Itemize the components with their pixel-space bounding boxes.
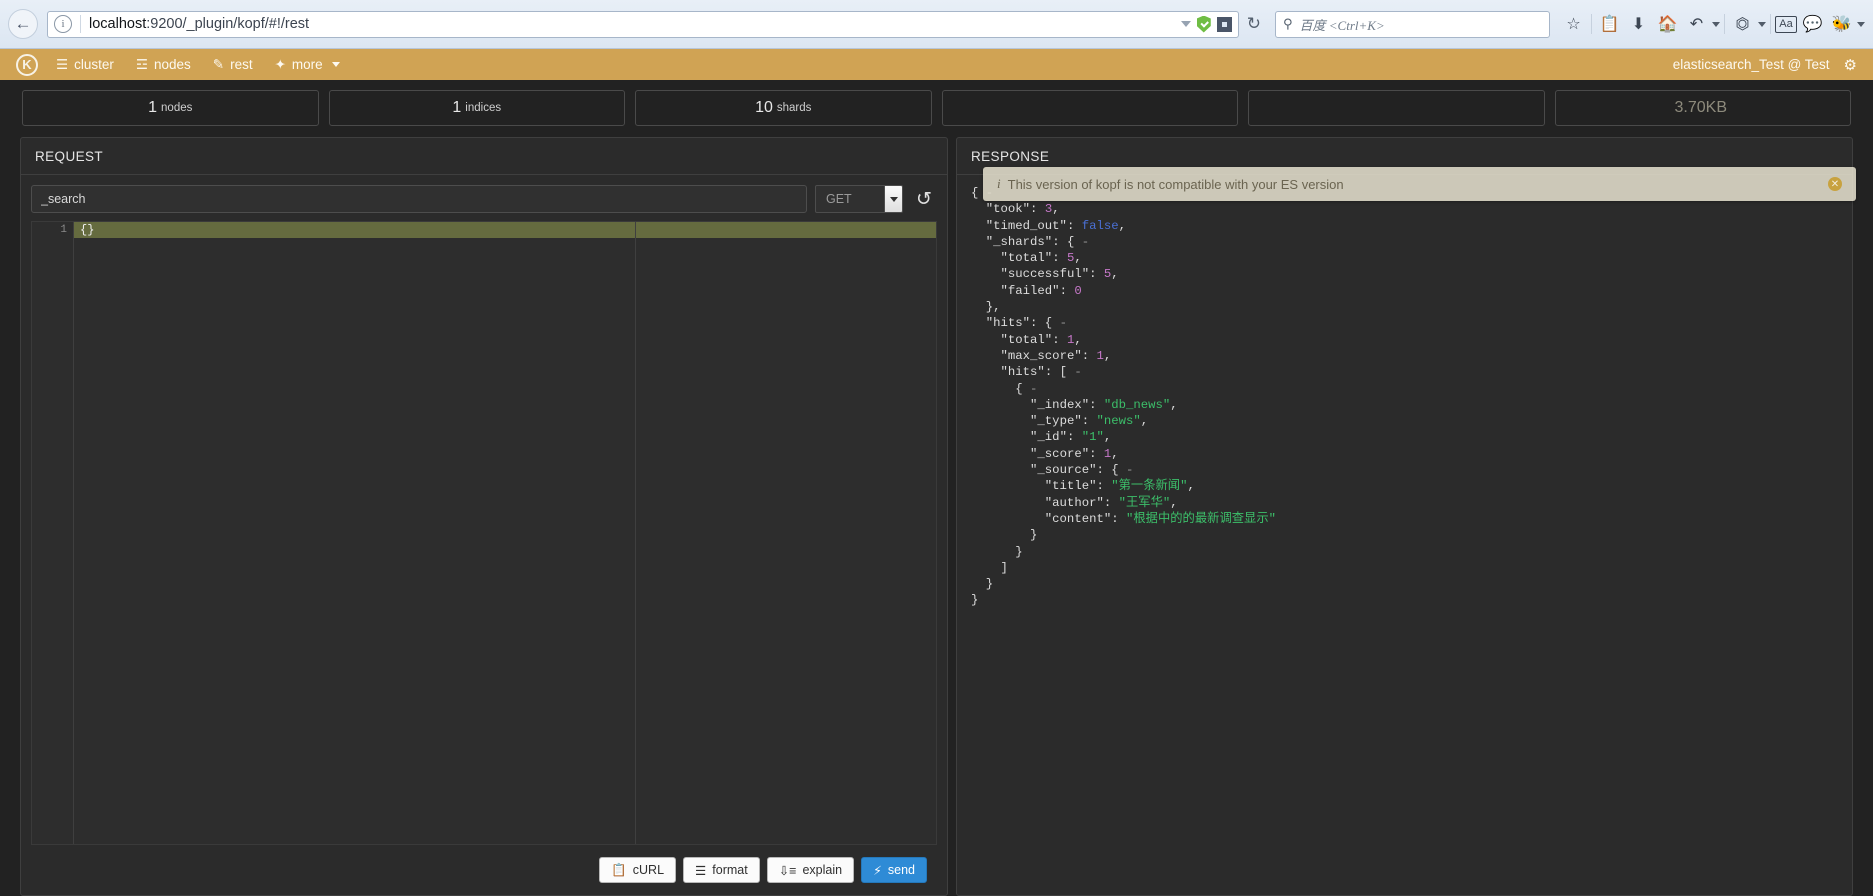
url-host: localhost xyxy=(89,16,147,32)
search-bar[interactable]: ⚲ 百度 <Ctrl+K> xyxy=(1275,10,1550,38)
chevron-down-icon[interactable] xyxy=(1758,21,1766,27)
page-info-icon[interactable]: i xyxy=(54,15,72,33)
bug-icon[interactable]: 🐝 xyxy=(1828,10,1855,38)
nav-item-rest[interactable]: ✎ rest xyxy=(213,57,253,73)
search-input[interactable]: 百度 <Ctrl+K> xyxy=(1300,15,1385,34)
search-icon: ⚲ xyxy=(1283,16,1293,31)
font-size-icon[interactable]: Aa xyxy=(1775,15,1797,33)
nav-item-nodes[interactable]: ☲ nodes xyxy=(136,57,191,73)
browser-toolbar-icons: ☆ 📋 ⬇ 🏠 ↶ ⏣ Aa 💬 🐝 xyxy=(1560,10,1865,38)
request-panel: REQUEST GET ↺ 1 {} 📋 cUR xyxy=(20,137,948,896)
response-panel: RESPONSE { - "took": 3, "timed_out": fal… xyxy=(956,137,1853,896)
response-json-viewer[interactable]: { - "took": 3, "timed_out": false, "_sha… xyxy=(957,175,1852,895)
stat-nodes: 1 nodes xyxy=(22,89,319,126)
stat-box-4 xyxy=(941,89,1238,126)
nodes-icon: ☲ xyxy=(135,56,148,72)
stat-store-size: 3.70KB xyxy=(1554,89,1851,126)
cluster-icon: ☰ xyxy=(56,56,69,72)
nav-label: nodes xyxy=(153,57,191,72)
print-margin-guide xyxy=(635,222,636,844)
gear-icon[interactable]: ⚙ xyxy=(1844,56,1857,74)
button-label: format xyxy=(712,863,748,877)
format-lines-icon: ☰ xyxy=(695,863,707,878)
stat-value: 10 xyxy=(755,98,773,116)
qr-code-icon[interactable] xyxy=(1216,16,1232,32)
stat-label: indices xyxy=(465,101,502,114)
divider xyxy=(1591,14,1592,34)
send-button[interactable]: ⚡ send xyxy=(861,857,927,883)
bolt-icon: ⚡ xyxy=(873,863,882,878)
kopf-navbar: K ☰ cluster ☲ nodes ✎ rest ✦ more elasti… xyxy=(0,49,1873,80)
stat-value: 1 xyxy=(148,98,158,116)
crop-screenshot-icon[interactable]: ⏣ xyxy=(1729,10,1756,38)
chevron-down-icon xyxy=(331,62,340,67)
http-method-value: GET xyxy=(815,185,885,213)
stat-label: shards xyxy=(776,101,812,114)
curl-button[interactable]: 📋 cURL xyxy=(599,857,677,883)
back-arrow-icon[interactable]: ← xyxy=(8,9,38,39)
comment-icon[interactable]: 💬 xyxy=(1799,10,1826,38)
format-button[interactable]: ☰ format xyxy=(683,857,760,883)
reload-icon[interactable]: ↻ xyxy=(1243,14,1265,34)
more-icon: ✦ xyxy=(274,56,286,72)
stat-box-5 xyxy=(1248,89,1545,126)
request-controls: GET ↺ xyxy=(31,185,937,213)
nav-label: cluster xyxy=(74,57,114,72)
address-bar[interactable]: i localhost:9200/_plugin/kopf/#!/rest xyxy=(47,10,1239,38)
cluster-stats-row: 1 nodes 1 indices 10 shards 3.70KB i Thi… xyxy=(0,80,1873,201)
divider xyxy=(80,15,81,33)
stat-label: nodes xyxy=(161,101,193,114)
chevron-down-icon[interactable] xyxy=(1712,21,1720,27)
request-path-input[interactable] xyxy=(31,185,807,213)
editor-gutter: 1 xyxy=(32,222,74,844)
url-path: :9200/_plugin/kopf/#!/rest xyxy=(146,16,310,32)
sort-icon: ⇩≡ xyxy=(778,863,797,878)
stat-shards: 10 shards xyxy=(635,89,932,126)
nav-item-more[interactable]: ✦ more xyxy=(275,57,340,73)
button-label: send xyxy=(887,863,915,877)
chevron-down-icon[interactable] xyxy=(1857,21,1865,27)
kopf-logo-icon[interactable]: K xyxy=(16,53,38,76)
copy-icon: 📋 xyxy=(611,862,627,877)
chevron-down-icon[interactable] xyxy=(885,185,903,213)
editor-line-1[interactable]: {} xyxy=(74,222,936,238)
rest-icon: ✎ xyxy=(212,56,225,72)
info-icon: i xyxy=(997,176,1001,191)
close-icon[interactable]: ✕ xyxy=(1828,177,1842,191)
explain-button[interactable]: ⇩≡ explain xyxy=(766,857,855,883)
divider xyxy=(1770,14,1771,34)
request-panel-header: REQUEST xyxy=(21,138,947,175)
history-icon[interactable]: ↺ xyxy=(911,188,937,211)
stat-value: 3.70KB xyxy=(1674,98,1727,116)
button-label: explain xyxy=(802,863,843,877)
stat-indices: 1 indices xyxy=(328,89,625,126)
reading-list-icon[interactable]: 📋 xyxy=(1596,10,1623,38)
downloads-icon[interactable]: ⬇ xyxy=(1625,10,1652,38)
button-label: cURL xyxy=(632,863,665,877)
main-content: REQUEST GET ↺ 1 {} 📋 cUR xyxy=(0,127,1873,896)
url-text: localhost:9200/_plugin/kopf/#!/rest xyxy=(89,16,1181,32)
shield-icon[interactable] xyxy=(1196,15,1211,33)
undo-icon[interactable]: ↶ xyxy=(1683,10,1710,38)
browser-toolbar: ← i localhost:9200/_plugin/kopf/#!/rest … xyxy=(0,0,1873,49)
nav-label: rest xyxy=(230,57,253,72)
address-bar-icons xyxy=(1180,15,1232,33)
request-actions: 📋 cURL ☰ format ⇩≡ explain ⚡ send xyxy=(31,845,937,895)
navbar-right: elasticsearch_Test @ Test ⚙ xyxy=(1673,56,1857,74)
incompatible-version-notification: i This version of kopf is not compatible… xyxy=(983,167,1856,201)
request-panel-body: GET ↺ 1 {} 📋 cURL ☰ format xyxy=(21,175,947,895)
cluster-connection-label: elasticsearch_Test @ Test xyxy=(1672,57,1830,72)
request-body-editor[interactable]: 1 {} xyxy=(31,221,937,845)
home-icon[interactable]: 🏠 xyxy=(1654,10,1681,38)
notification-message: This version of kopf is not compatible w… xyxy=(1007,176,1344,192)
editor-code-area[interactable]: {} xyxy=(74,222,936,844)
nav-label: more xyxy=(291,57,323,72)
stat-value: 1 xyxy=(452,98,462,116)
bookmark-star-icon[interactable]: ☆ xyxy=(1560,10,1587,38)
nav-item-cluster[interactable]: ☰ cluster xyxy=(56,57,114,73)
chevron-down-icon[interactable] xyxy=(1180,21,1191,27)
http-method-select[interactable]: GET xyxy=(815,185,903,213)
divider xyxy=(1724,14,1725,34)
